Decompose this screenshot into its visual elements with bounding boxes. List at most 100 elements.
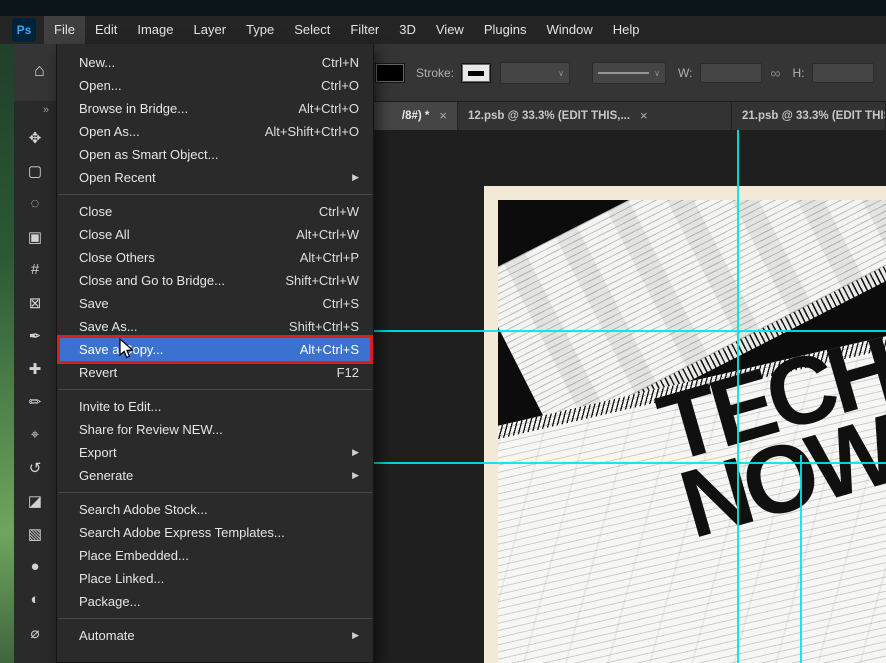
document-tab-2[interactable]: 12.psb @ 33.3% (EDIT THIS,... × [458,101,732,130]
menu-item-place-linked[interactable]: Place Linked... [57,567,373,590]
menu-item-open[interactable]: Open... Ctrl+O [57,74,373,97]
tab-close-icon[interactable]: × [439,108,447,123]
tab-close-icon[interactable]: × [640,108,648,123]
frame-tool[interactable]: ⊠ [14,286,56,319]
menubar-items: File Edit Image Layer Type Select Filter 3D View… [44,16,649,44]
menu-file[interactable]: File [44,16,85,44]
menu-item-search-adobe-express-templates[interactable]: Search Adobe Express Templates... [57,521,373,544]
menu-item-automate[interactable]: Automate ▶ [57,624,373,647]
object-selection-tool[interactable]: ▣ [14,220,56,253]
menu-item-label: Package... [79,594,141,609]
menu-item-shortcut: Alt+Ctrl+S [299,342,359,357]
menu-item-shortcut: Alt+Ctrl+O [298,101,359,116]
stroke-type-select[interactable]: ∨ [592,62,667,84]
tab-label: 12.psb @ 33.3% (EDIT THIS,... [468,109,631,122]
width-input[interactable] [700,63,763,83]
menu-item-open-as[interactable]: Open As... Alt+Shift+Ctrl+O [57,120,373,143]
menu-item-label: Place Linked... [79,571,165,586]
menu-item-label: Place Embedded... [79,548,189,563]
menu-item-label: Close All [79,227,130,242]
menu-3d[interactable]: 3D [389,16,426,44]
menu-edit[interactable]: Edit [85,16,127,44]
menu-item-close-and-go-to-bridge[interactable]: Close and Go to Bridge... Shift+Ctrl+W [57,269,373,292]
document-tab-3[interactable]: 21.psb @ 33.3% (EDIT THIS [732,101,886,130]
photoshop-logo-icon: Ps [12,18,36,42]
menu-item-export[interactable]: Export ▶ [57,441,373,464]
blur-tool[interactable]: ● [14,550,56,583]
menu-item-generate[interactable]: Generate ▶ [57,464,373,487]
menubar: Ps File Edit Image Layer Type Select Filter 3D V… [0,16,886,44]
crop-tool[interactable]: # [14,253,56,286]
menu-item-close[interactable]: Close Ctrl+W [57,200,373,223]
stroke-line-preview [598,72,650,74]
menu-window[interactable]: Window [536,16,602,44]
lasso-tool[interactable]: ◌ [14,187,56,220]
menu-item-revert[interactable]: Revert F12 [57,361,373,384]
menu-select[interactable]: Select [284,16,340,44]
menu-item-invite-to-edit[interactable]: Invite to Edit... [57,395,373,418]
menu-item-package[interactable]: Package... [57,590,373,613]
stroke-swatch[interactable] [462,64,491,82]
menu-layer[interactable]: Layer [184,16,237,44]
menu-item-save-as[interactable]: Save As... Shift+Ctrl+S [57,315,373,338]
guide-vertical-1[interactable] [737,130,739,663]
home-icon[interactable]: ⌂ [34,60,45,81]
tool-options-controls: Stroke: ∨ ∨ W: ∞ H: [376,62,875,84]
menu-item-label: Open... [79,78,122,93]
eraser-tool[interactable]: ◪ [14,484,56,517]
menu-filter[interactable]: Filter [340,16,389,44]
menu-item-save[interactable]: Save Ctrl+S [57,292,373,315]
tab-label: /8#) * [401,109,430,122]
menu-item-share-for-review-new[interactable]: Share for Review NEW... [57,418,373,441]
pen-tool[interactable]: ⌀ [14,616,56,649]
menu-item-close-others[interactable]: Close Others Alt+Ctrl+P [57,246,373,269]
menu-type[interactable]: Type [236,16,284,44]
menu-item-open-as-smart-object[interactable]: Open as Smart Object... [57,143,373,166]
menu-item-save-a-copy[interactable]: Save a Copy... Alt+Ctrl+S [57,335,373,364]
eyedropper-tool[interactable]: ✒ [14,319,56,352]
menu-item-label: Automate [79,628,135,643]
menu-item-label: Save [79,296,109,311]
toolbar-expand-button[interactable]: » [36,101,56,121]
menu-image[interactable]: Image [127,16,183,44]
menu-item-label: Search Adobe Express Templates... [79,525,285,540]
dodge-tool[interactable]: ◐ [14,583,56,616]
marquee-tool[interactable]: ▢ [14,154,56,187]
toolbar: » ✥ ▢ ◌ ▣ # ⊠ ✒ ✚ ✏ ⌖ ↺ ◪ ▧ ● ◐ ⌀ [14,101,57,663]
menu-item-browse-in-bridge[interactable]: Browse in Bridge... Alt+Ctrl+O [57,97,373,120]
menu-item-label: Share for Review NEW... [79,422,223,437]
menu-item-shortcut: Alt+Ctrl+W [296,227,359,242]
menu-item-label: Browse in Bridge... [79,101,189,116]
menu-item-shortcut: Ctrl+S [322,296,359,311]
stroke-label: Stroke: [416,66,455,80]
height-input[interactable] [812,63,875,83]
menu-item-shortcut: Shift+Ctrl+S [288,319,359,334]
gradient-tool[interactable]: ▧ [14,517,56,550]
tab-label: 21.psb @ 33.3% (EDIT THIS [742,109,886,122]
submenu-arrow-icon: ▶ [352,630,359,640]
clone-stamp-tool[interactable]: ⌖ [14,418,56,451]
submenu-arrow-icon: ▶ [352,470,359,480]
submenu-arrow-icon: ▶ [352,447,359,457]
menu-help[interactable]: Help [603,16,650,44]
move-tool[interactable]: ✥ [14,121,56,154]
menu-item-label: Save As... [79,319,138,334]
link-dimensions-icon[interactable]: ∞ [770,65,780,81]
menu-view[interactable]: View [426,16,474,44]
menu-item-close-all[interactable]: Close All Alt+Ctrl+W [57,223,373,246]
stroke-width-select[interactable]: ∨ [500,62,571,84]
menu-item-shortcut: Ctrl+N [321,55,359,70]
menu-item-open-recent[interactable]: Open Recent ▶ [57,166,373,189]
menu-item-place-embedded[interactable]: Place Embedded... [57,544,373,567]
menu-item-label: Open Recent [79,170,156,185]
menu-item-shortcut: Alt+Ctrl+P [299,250,359,265]
menu-plugins[interactable]: Plugins [474,16,537,44]
guide-vertical-2[interactable] [800,455,802,663]
history-brush-tool[interactable]: ↺ [14,451,56,484]
fill-swatch[interactable] [376,64,404,82]
menu-item-label: Open As... [79,124,140,139]
brush-tool[interactable]: ✏ [14,385,56,418]
healing-brush-tool[interactable]: ✚ [14,352,56,385]
menu-item-search-adobe-stock[interactable]: Search Adobe Stock... [57,498,373,521]
menu-item-new[interactable]: New... Ctrl+N [57,51,373,74]
